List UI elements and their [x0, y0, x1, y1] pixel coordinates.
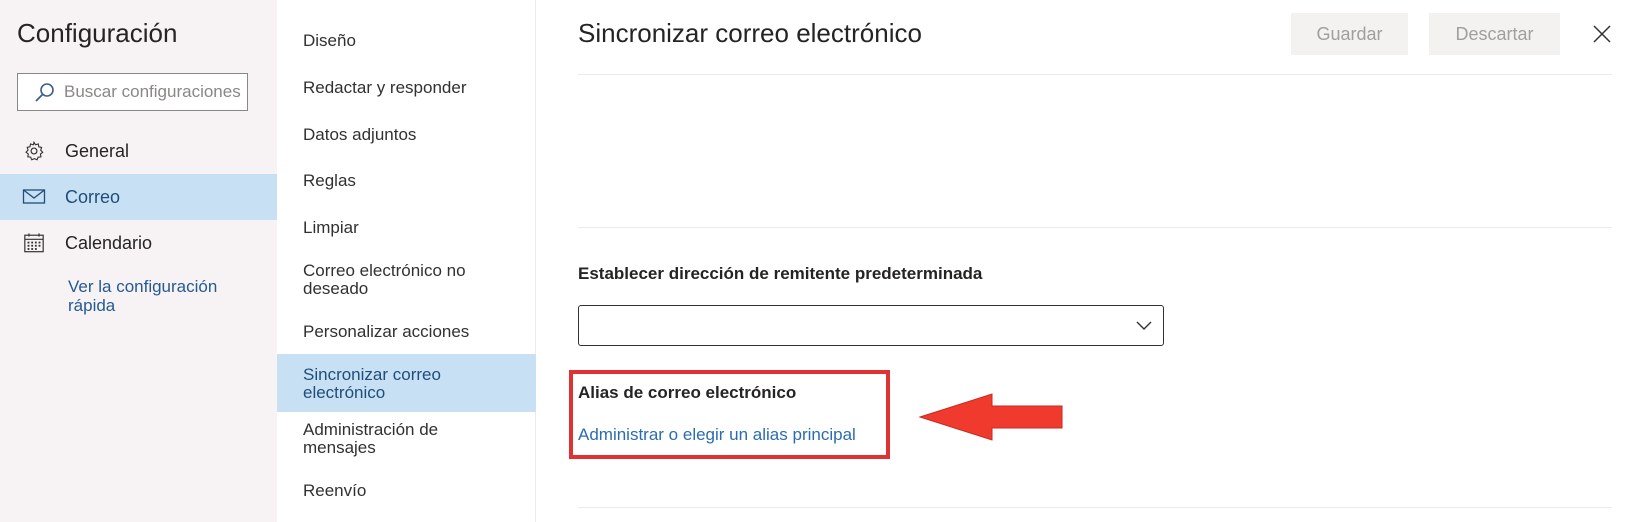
mail-icon	[22, 189, 46, 204]
discard-button[interactable]: Descartar	[1429, 13, 1560, 55]
nav-label-calendario: Calendario	[65, 232, 153, 253]
settings-title: Configuración	[17, 18, 178, 48]
nav-item-general[interactable]: General	[0, 128, 277, 174]
divider	[578, 74, 1612, 75]
save-button[interactable]: Guardar	[1291, 13, 1408, 55]
menu-item-redactar[interactable]: Redactar y responder	[277, 79, 536, 97]
menu-item-diseno[interactable]: Diseño	[277, 32, 536, 50]
default-sender-dropdown[interactable]	[578, 305, 1164, 346]
mail-settings-menu: Diseño Redactar y responder Datos adjunt…	[277, 0, 536, 522]
menu-item-limpiar[interactable]: Limpiar	[277, 219, 536, 237]
menu-item-sincronizar[interactable]: Sincronizar correo electrónico	[277, 354, 536, 412]
nav-item-calendario[interactable]: Calendario	[0, 220, 277, 266]
alias-section-title: Alias de correo electrónico	[578, 383, 797, 402]
divider	[578, 227, 1612, 228]
chevron-down-icon	[1136, 321, 1152, 330]
gear-icon	[25, 140, 44, 161]
page-title: Sincronizar correo electrónico	[578, 18, 922, 48]
calendar-icon	[24, 233, 44, 253]
divider	[578, 507, 1612, 508]
nav-label-general: General	[65, 140, 130, 161]
nav-label-correo: Correo	[65, 186, 121, 207]
search-icon	[35, 83, 54, 102]
close-icon[interactable]	[1590, 22, 1614, 46]
menu-item-administracion[interactable]: Administración de mensajes	[277, 421, 536, 457]
menu-item-adjuntos[interactable]: Datos adjuntos	[277, 126, 536, 144]
menu-item-personalizar[interactable]: Personalizar acciones	[277, 323, 536, 341]
quick-settings-link[interactable]: Ver la configuración rápida	[68, 277, 258, 315]
search-box[interactable]	[17, 73, 248, 111]
menu-item-no-deseado[interactable]: Correo electrónico no deseado	[277, 262, 497, 298]
menu-item-reglas[interactable]: Reglas	[277, 172, 536, 190]
default-sender-label: Establecer dirección de remitente predet…	[578, 264, 983, 283]
manage-alias-link[interactable]: Administrar o elegir un alias principal	[578, 425, 856, 445]
red-arrow-icon	[918, 393, 1063, 441]
nav-item-correo[interactable]: Correo	[0, 174, 277, 220]
search-input[interactable]	[64, 74, 244, 110]
menu-item-reenvio[interactable]: Reenvío	[277, 482, 536, 500]
settings-sidebar: Configuración General Correo	[0, 0, 277, 522]
